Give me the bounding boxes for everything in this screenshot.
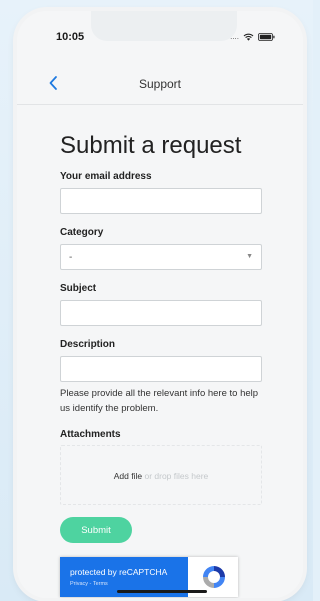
category-label: Category: [60, 227, 104, 238]
add-file-link[interactable]: Add file: [114, 471, 142, 481]
description-label: Description: [60, 339, 116, 350]
wifi-icon: [243, 33, 254, 41]
notch: [91, 11, 237, 41]
email-field[interactable]: [60, 188, 262, 214]
signal-icon: ....: [230, 32, 239, 41]
battery-icon: [258, 32, 275, 41]
nav-title: Support: [138, 77, 182, 91]
status-icons: ....: [230, 32, 275, 41]
category-selected-value: -: [69, 252, 73, 263]
submit-button[interactable]: Submit: [60, 517, 132, 543]
home-indicator: [117, 590, 207, 593]
recaptcha-icon: [200, 563, 228, 591]
nav-bar: Support: [17, 63, 303, 105]
drop-hint: or drop files here: [144, 471, 209, 481]
page-title: Submit a request: [60, 132, 242, 159]
recaptcha-links[interactable]: Privacy - Terms: [70, 581, 108, 587]
description-helper: Please provide all the relevant info her…: [60, 388, 259, 414]
subject-field[interactable]: [60, 300, 262, 326]
description-field[interactable]: [60, 356, 262, 382]
request-form: Submit a request Your email address Cate…: [17, 105, 303, 598]
subject-label: Subject: [60, 283, 97, 294]
status-bar: 10:05 ....: [17, 11, 303, 63]
status-time: 10:05: [56, 31, 85, 43]
category-select[interactable]: - ▼: [60, 244, 262, 270]
recaptcha-label: protected by reCAPTCHA: [70, 567, 168, 577]
chevron-down-icon: ▼: [246, 253, 253, 260]
email-label: Your email address: [60, 171, 152, 182]
phone-frame: 10:05 .... Support Submit a request Your…: [17, 11, 303, 598]
attachments-label: Attachments: [60, 429, 121, 440]
attachments-dropzone[interactable]: Add file or drop files here: [60, 445, 262, 505]
